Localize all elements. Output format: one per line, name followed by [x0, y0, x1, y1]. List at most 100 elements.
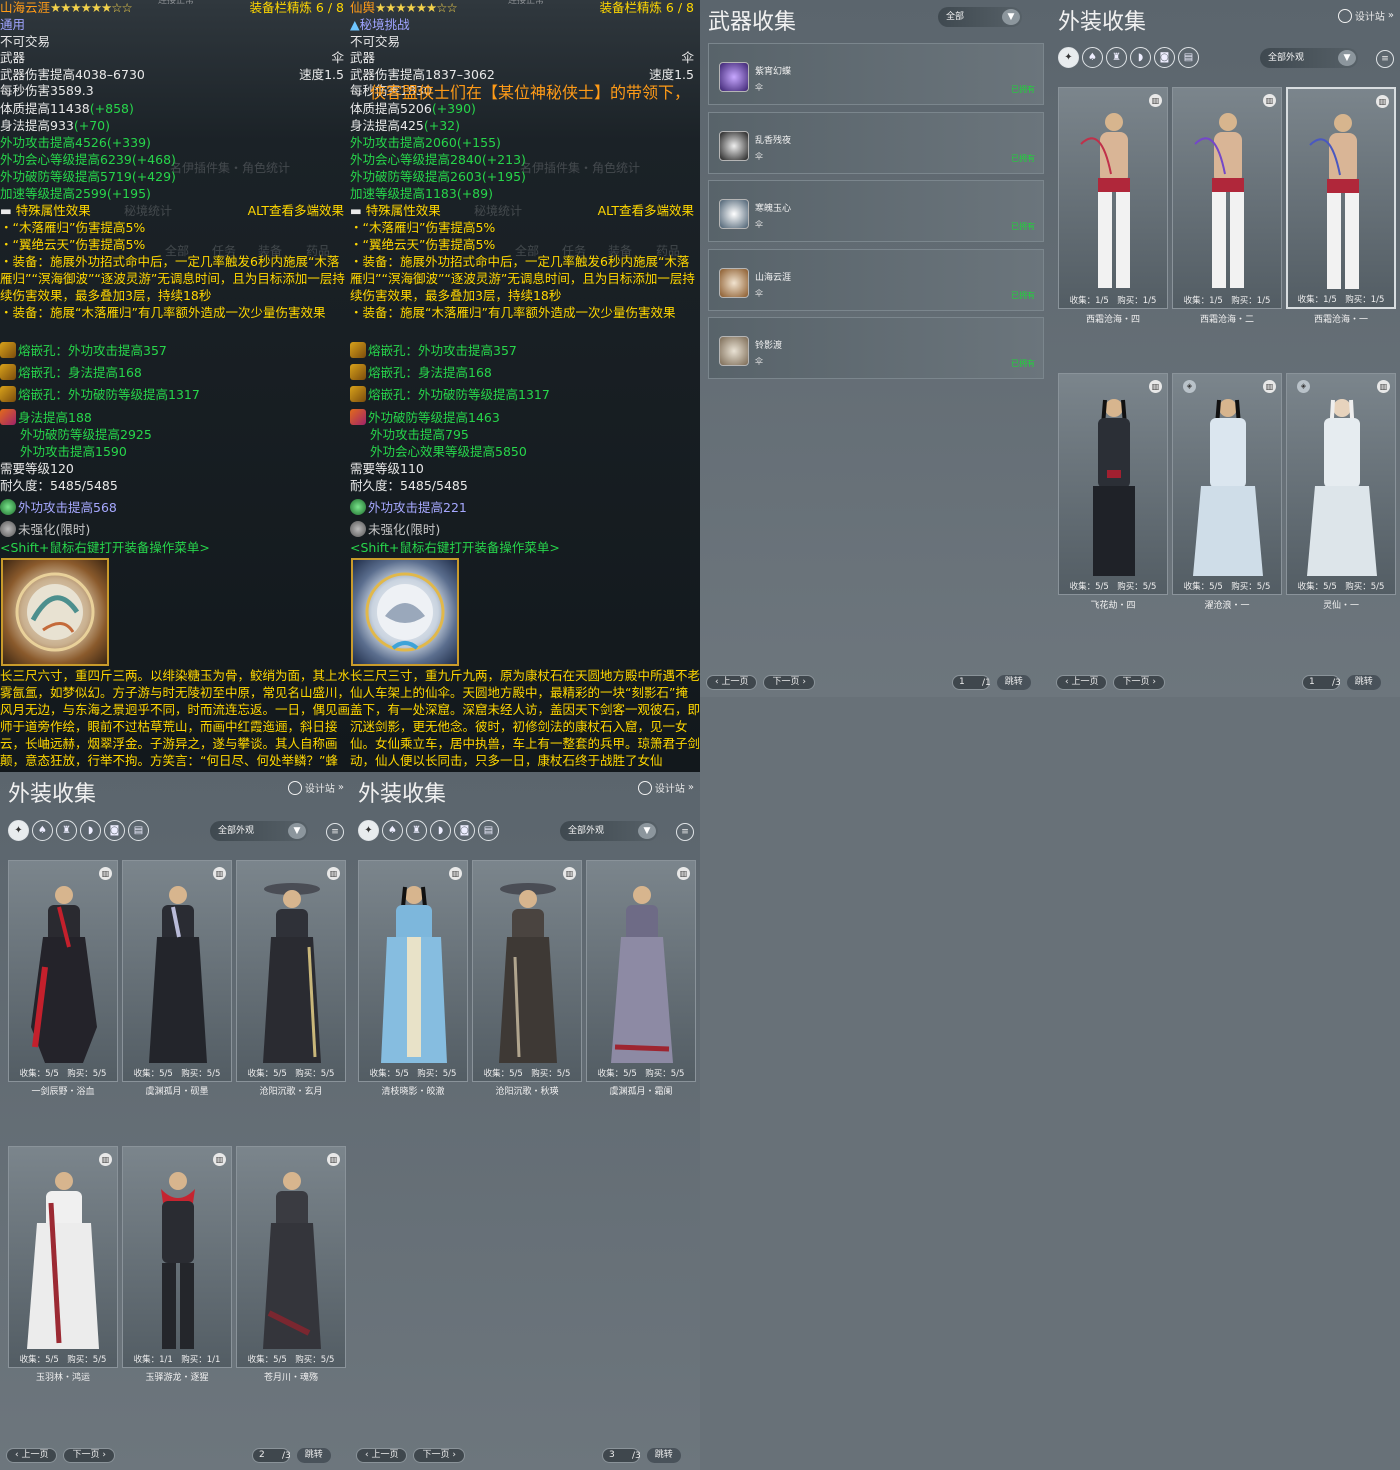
- outfit-collection-panel-3: 外装收集 设计站» ✦ ♠ ♜ ◗ ◙ ▤ 全部外观 ▼ ≡ ▥ 收集：5/5 购买：5/5 …: [350, 772, 700, 1470]
- hat-category-icon[interactable]: ♜: [56, 820, 77, 841]
- all-category-icon[interactable]: ✦: [1058, 47, 1079, 68]
- page-total: /3: [1332, 677, 1341, 688]
- list-filter-icon[interactable]: ≡: [326, 823, 344, 841]
- item-icon: [351, 558, 459, 666]
- prev-page-button[interactable]: ‹ 上一页: [6, 1448, 58, 1463]
- accessory-category-icon[interactable]: ▤: [1178, 47, 1199, 68]
- next-label: 下一页: [772, 677, 800, 687]
- hat-category-icon[interactable]: ♜: [1106, 47, 1127, 68]
- weapon-list-item[interactable]: 山海云涯伞 已拥有: [708, 249, 1044, 311]
- outfit-card[interactable]: ▥ 收集：5/5 购买：5/5: [358, 860, 468, 1082]
- outfit-card[interactable]: ▥ 收集：5/5 购买：5/5: [122, 860, 232, 1082]
- collection-stat: 收集：5/5 购买：5/5: [247, 1069, 335, 1079]
- weapon-dps: 每秒伤害3589.3: [0, 83, 94, 98]
- list-filter-icon[interactable]: ≡: [676, 823, 694, 841]
- weapon-type: 伞: [755, 220, 763, 229]
- umbrella-icon: [15, 572, 95, 652]
- weapon-type: 伞: [755, 357, 763, 366]
- designer-icon: [1337, 8, 1352, 23]
- item-description: 长三尺六寸，重四斤三两。以绯染糖玉为骨，鲛绡为面，其上水雾氤氲，如梦似幻。方子游…: [0, 668, 350, 768]
- outfit-card[interactable]: ◈ ▥ 收集：5/5 购买：5/5: [1172, 373, 1282, 595]
- weapon-speed: 速度1.5: [649, 67, 694, 82]
- list-filter-icon[interactable]: ≡: [1376, 50, 1394, 68]
- socket-line: 熔嵌孔：身法提高168: [18, 365, 142, 380]
- outfit-card[interactable]: ▥ 收集：5/5 购买：5/5: [8, 1146, 118, 1368]
- weapon-filter-dropdown[interactable]: 全部 ▼: [938, 7, 1022, 27]
- weapon-list-item[interactable]: 乱香残夜伞 已拥有: [708, 112, 1044, 174]
- hat-category-icon[interactable]: ♜: [406, 820, 427, 841]
- all-category-icon[interactable]: ✦: [8, 820, 29, 841]
- outfit-card-selected[interactable]: ▥ 收集：1/5 购买：1/5: [1286, 87, 1396, 309]
- attr-bonus: (+468): [131, 152, 176, 167]
- outfit-card[interactable]: ▥ 收集：5/5 购买：5/5: [1058, 373, 1168, 595]
- outfit-card[interactable]: ▥ 收集：5/5 购买：5/5: [586, 860, 696, 1082]
- pagination: ‹ 上一页 下一页 ›: [6, 1448, 121, 1463]
- outfit-card[interactable]: ◈ ▥ 收集：5/5 购买：5/5: [1286, 373, 1396, 595]
- designer-link[interactable]: 设计站»: [637, 780, 694, 795]
- mask-category-icon[interactable]: ◙: [1154, 47, 1175, 68]
- jump-button[interactable]: 跳转: [646, 1448, 681, 1463]
- weapon-list-item[interactable]: 紫宵幻蝶伞 已拥有: [708, 43, 1044, 105]
- outfit-filter-dropdown[interactable]: 全部外观 ▼: [560, 821, 658, 841]
- character-figure: [1093, 399, 1135, 576]
- outfit-card[interactable]: ▥ 收集：5/5 购买：5/5: [236, 1146, 346, 1368]
- chevron-down-icon: ▼: [1002, 9, 1020, 25]
- next-page-button[interactable]: 下一页 ›: [413, 1448, 465, 1463]
- outfit-category-icon[interactable]: ♠: [1082, 47, 1103, 68]
- outfit-collection-panel-1: 外装收集 设计站» ✦ ♠ ♜ ◗ ◙ ▤ 全部外观 ▼ ≡ ▥ 收集：1/5 购买：1/5 …: [1050, 0, 1400, 697]
- outfit-filter-dropdown[interactable]: 全部外观 ▼: [210, 821, 308, 841]
- collection-stat: 收集：5/5 购买：5/5: [19, 1069, 107, 1079]
- designer-label: 设计站: [304, 784, 335, 795]
- prev-page-button[interactable]: ‹ 上一页: [356, 1448, 408, 1463]
- dropdown-value: 全部外观: [218, 826, 255, 836]
- next-page-button[interactable]: 下一页 ›: [763, 675, 815, 690]
- effect-line: ・“木落雁归”伤害提高5%: [350, 220, 496, 235]
- effect-line: ・“翼绝云天”伤害提高5%: [0, 237, 146, 252]
- socket-line: 熔嵌孔：外功攻击提高357: [368, 343, 517, 358]
- weapon-icon: [719, 199, 749, 229]
- jump-button[interactable]: 跳转: [996, 675, 1031, 690]
- outfit-card[interactable]: ▥ 收集：1/5 购买：1/5: [1058, 87, 1168, 309]
- prev-page-button[interactable]: ‹ 上一页: [706, 675, 758, 690]
- outfit-card[interactable]: ▥ 收集：1/1 购买：1/1: [122, 1146, 232, 1368]
- accessory-category-icon[interactable]: ▤: [478, 820, 499, 841]
- accessory-category-icon[interactable]: ▤: [128, 820, 149, 841]
- character-figure: [31, 886, 97, 1063]
- character-figure: [1194, 113, 1244, 288]
- item-stars: ★★★★★★☆☆: [375, 0, 458, 15]
- outfit-card[interactable]: ▥ 收集：5/5 购买：5/5: [472, 860, 582, 1082]
- attr-bonus: (+213): [481, 152, 526, 167]
- hair-category-icon[interactable]: ◗: [80, 820, 101, 841]
- character-figure: [1193, 399, 1263, 576]
- umbrella-icon: [365, 572, 445, 652]
- weapon-icon: [719, 336, 749, 366]
- weapon-name: 乱香残夜: [755, 136, 792, 146]
- designer-link[interactable]: 设计站»: [287, 780, 344, 795]
- prev-page-button[interactable]: ‹ 上一页: [1056, 675, 1108, 690]
- hair-category-icon[interactable]: ◗: [1130, 47, 1151, 68]
- outfit-card[interactable]: ▥ 收集：5/5 购买：5/5: [8, 860, 118, 1082]
- chevron-down-icon: ▼: [638, 823, 656, 839]
- outfit-category-icon[interactable]: ♠: [382, 820, 403, 841]
- mask-category-icon[interactable]: ◙: [454, 820, 475, 841]
- outfit-category-icon[interactable]: ♠: [32, 820, 53, 841]
- all-category-icon[interactable]: ✦: [358, 820, 379, 841]
- double-chevron-icon: »: [337, 782, 344, 793]
- weapon-list-item[interactable]: 铃影渡伞 已拥有: [708, 317, 1044, 379]
- mask-category-icon[interactable]: ◙: [104, 820, 125, 841]
- outfit-card[interactable]: ▥ 收集：5/5 购买：5/5: [236, 860, 346, 1082]
- weapon-list-item[interactable]: 寒魄玉心伞 已拥有: [708, 180, 1044, 242]
- enhance-status: 未强化(限时): [18, 522, 91, 537]
- owned-badge: 已拥有: [1011, 154, 1035, 163]
- attr-text: 加速等级提高1183: [350, 186, 457, 201]
- outfit-filter-dropdown[interactable]: 全部外观 ▼: [1260, 48, 1358, 68]
- outfit-card[interactable]: ▥ 收集：1/5 购买：1/5: [1172, 87, 1282, 309]
- shift-hint: <Shift+鼠标右键打开装备操作菜单>: [350, 540, 560, 555]
- jump-button[interactable]: 跳转: [296, 1448, 331, 1463]
- jump-button[interactable]: 跳转: [1346, 675, 1381, 690]
- hair-category-icon[interactable]: ◗: [430, 820, 451, 841]
- socket-icon: [0, 386, 16, 402]
- next-page-button[interactable]: 下一页 ›: [1113, 675, 1165, 690]
- next-page-button[interactable]: 下一页 ›: [63, 1448, 115, 1463]
- designer-link[interactable]: 设计站»: [1337, 8, 1394, 23]
